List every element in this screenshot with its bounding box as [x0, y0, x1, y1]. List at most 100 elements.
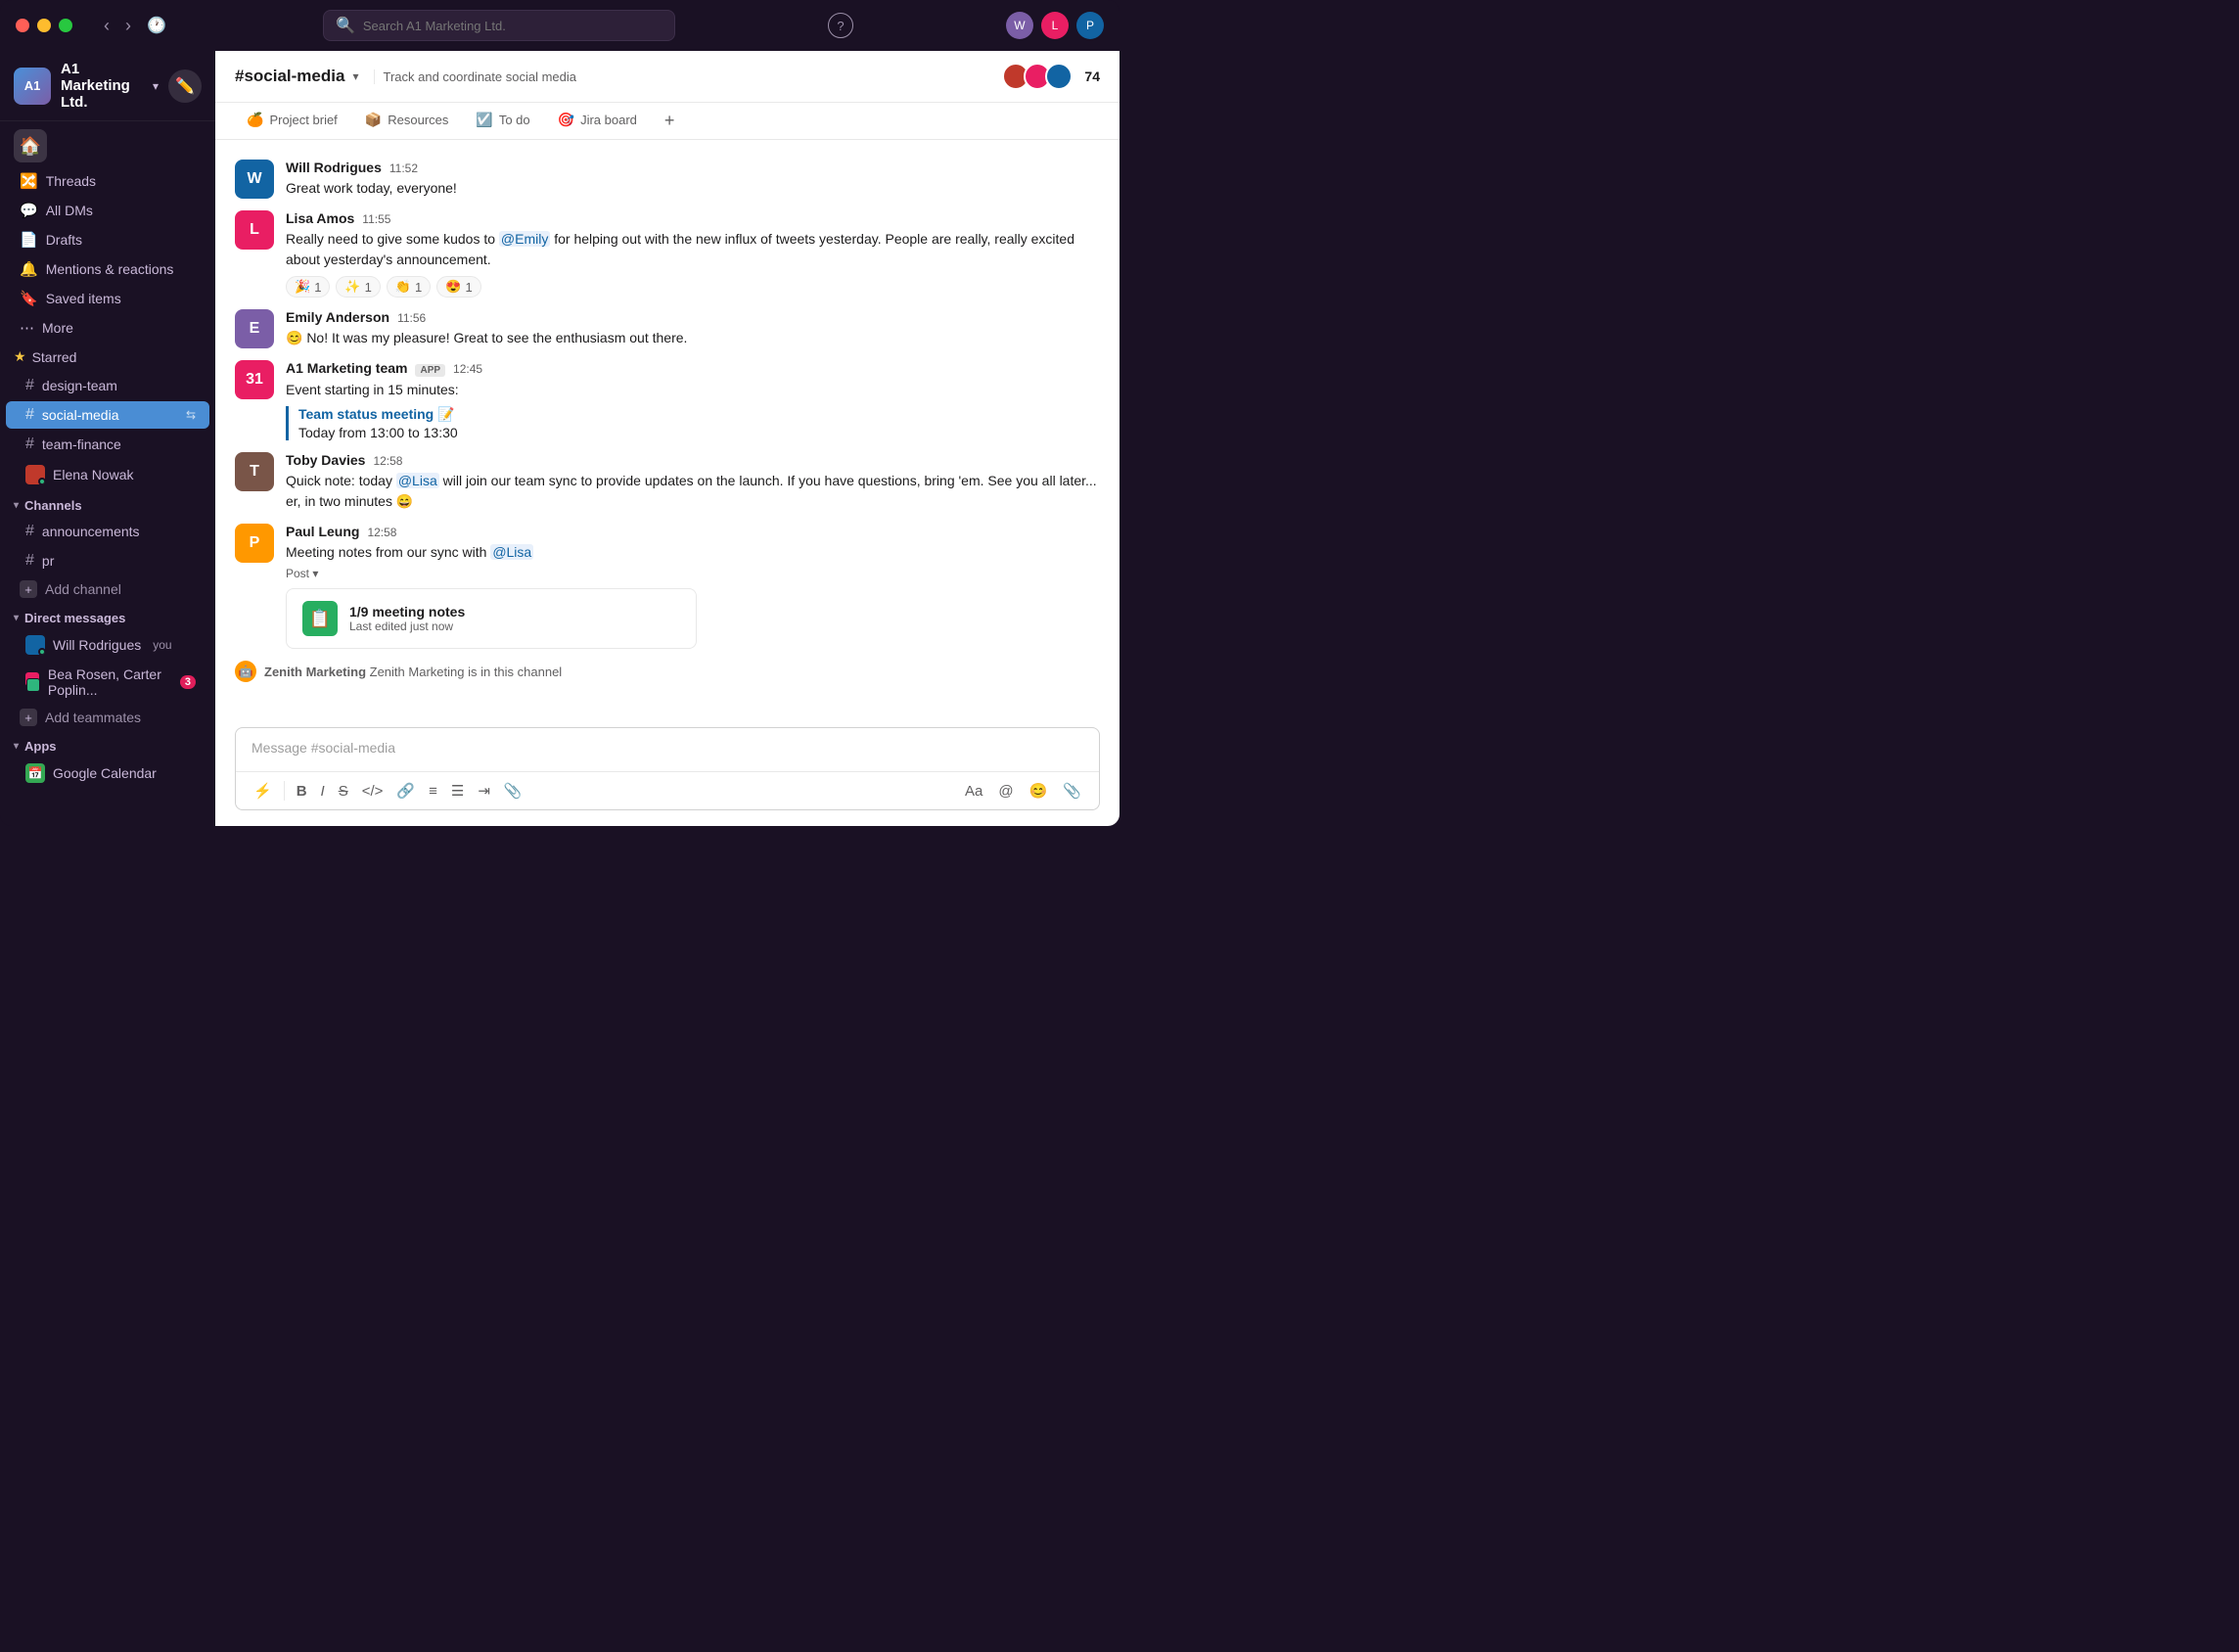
- emily-msg-avatar: E: [235, 309, 274, 348]
- toby-msg-text: Quick note: today @Lisa will join our te…: [286, 471, 1100, 512]
- toby-msg-content: Toby Davies 12:58 Quick note: today @Lis…: [286, 452, 1100, 512]
- channel-title-chevron[interactable]: ▾: [352, 69, 358, 83]
- channel-announcements[interactable]: # announcements: [6, 518, 209, 545]
- unordered-list-button[interactable]: ☰: [445, 778, 470, 803]
- dm-will[interactable]: Will Rodrigues you: [6, 630, 209, 660]
- minimize-button[interactable]: [37, 19, 51, 32]
- reactions-list: 🎉1 ✨1 👏1 😍1: [286, 276, 1100, 298]
- channels-section-header[interactable]: ▾ Channels: [0, 490, 215, 517]
- sidebar-item-mentions[interactable]: 🔔 Mentions & reactions: [6, 255, 209, 283]
- sidebar-item-saved[interactable]: 🔖 Saved items: [6, 285, 209, 312]
- channel-design-team[interactable]: # design-team: [6, 372, 209, 399]
- channel-team-finance[interactable]: # team-finance: [6, 431, 209, 458]
- lisa-mention[interactable]: @Lisa: [396, 473, 439, 488]
- sidebar-item-all-dms[interactable]: 💬 All DMs: [6, 197, 209, 224]
- will-msg-content: Will Rodrigues 11:52 Great work today, e…: [286, 160, 1100, 199]
- apps-section-header[interactable]: ▾ Apps: [0, 731, 215, 757]
- lisa-mention-2[interactable]: @Lisa: [490, 544, 533, 560]
- tab-resources[interactable]: 📦 Resources: [353, 104, 461, 138]
- lightning-button[interactable]: ⚡: [248, 778, 278, 803]
- code-button[interactable]: </>: [356, 779, 389, 803]
- add-teammates-icon: +: [20, 709, 37, 726]
- emily-mention[interactable]: @Emily: [499, 231, 550, 247]
- channel-ann-name: announcements: [42, 524, 140, 539]
- sidebar-item-more[interactable]: ⋯ More: [6, 314, 209, 342]
- search-bar[interactable]: 🔍: [323, 10, 675, 41]
- more-label: More: [42, 320, 73, 336]
- add-tab-button[interactable]: +: [657, 103, 683, 139]
- mentions-label: Mentions & reactions: [46, 261, 174, 277]
- app-window: ‹ › 🕐 🔍 ? W L P A1 A1 Marketing Ltd. ▾ ✏…: [0, 0, 1120, 826]
- reaction-sparkles[interactable]: ✨1: [336, 276, 380, 298]
- doc-card[interactable]: 📋 1/9 meeting notes Last edited just now: [286, 588, 697, 649]
- italic-button[interactable]: I: [315, 779, 331, 803]
- paul-msg-avatar: P: [235, 524, 274, 563]
- app-msg-avatar: 31: [235, 360, 274, 399]
- mention-button[interactable]: @: [992, 778, 1019, 803]
- tab-project-brief-label: Project brief: [269, 113, 337, 127]
- will-msg-avatar: W: [235, 160, 274, 199]
- dm-elena[interactable]: Elena Nowak: [6, 460, 209, 489]
- emoji-button[interactable]: 😊: [1024, 778, 1054, 803]
- attachment-btn[interactable]: 📎: [498, 778, 528, 803]
- post-label[interactable]: Post ▾: [286, 567, 1100, 580]
- add-channel-item[interactable]: + Add channel: [0, 575, 215, 603]
- indent-button[interactable]: ⇥: [472, 778, 496, 803]
- member-avatars[interactable]: [1002, 63, 1073, 90]
- user-avatar[interactable]: W: [1006, 12, 1033, 39]
- back-button[interactable]: ‹: [100, 12, 114, 40]
- paul-msg-content: Paul Leung 12:58 Meeting notes from our …: [286, 524, 1100, 649]
- maximize-button[interactable]: [59, 19, 72, 32]
- message-will: W Will Rodrigues 11:52 Great work today,…: [235, 156, 1100, 203]
- sidebar-item-threads[interactable]: 🔀 Threads: [6, 167, 209, 195]
- will-msg-text: Great work today, everyone!: [286, 178, 1100, 199]
- dm-bea-carter[interactable]: Bea Rosen, Carter Poplin... 3: [6, 662, 209, 703]
- attachment-button[interactable]: 📎: [1057, 778, 1087, 803]
- reaction-clap[interactable]: 👏1: [387, 276, 431, 298]
- sidebar-item-drafts[interactable]: 📄 Drafts: [6, 226, 209, 253]
- add-teammates-item[interactable]: + Add teammates: [0, 704, 215, 731]
- new-message-button[interactable]: ✏️: [168, 69, 202, 103]
- dms-section-header[interactable]: ▾ Direct messages: [0, 603, 215, 629]
- search-input[interactable]: [363, 19, 663, 33]
- lisa-msg-content: Lisa Amos 11:55 Really need to give some…: [286, 210, 1100, 298]
- message-emily: E Emily Anderson 11:56 😊 No! It was my p…: [235, 305, 1100, 352]
- text-format-button[interactable]: Aa: [959, 778, 988, 803]
- bold-button[interactable]: B: [291, 779, 313, 803]
- channel-social-media[interactable]: # social-media ⇆: [6, 401, 209, 429]
- home-icon[interactable]: 🏠: [14, 129, 47, 162]
- saved-icon: 🔖: [20, 290, 38, 307]
- toolbar-right: Aa @ 😊 📎: [959, 778, 1087, 803]
- history-button[interactable]: 🕐: [143, 12, 170, 40]
- message-toolbar: ⚡ B I S </> 🔗 ≡ ☰ ⇥ 📎 Aa @: [236, 771, 1099, 809]
- reaction-party[interactable]: 🎉1: [286, 276, 330, 298]
- bot-notice-row: 🤖 Zenith Marketing Zenith Marketing is i…: [235, 657, 1100, 686]
- lisa-msg-text: Really need to give some kudos to @Emily…: [286, 229, 1100, 270]
- app-google-calendar[interactable]: 📅 Google Calendar: [6, 758, 209, 788]
- starred-header[interactable]: ★ Starred: [0, 343, 215, 371]
- close-button[interactable]: [16, 19, 29, 32]
- link-button[interactable]: 🔗: [390, 778, 421, 803]
- ordered-list-button[interactable]: ≡: [423, 779, 443, 803]
- tab-jira[interactable]: 🎯 Jira board: [546, 104, 649, 138]
- will-msg-header: Will Rodrigues 11:52: [286, 160, 1100, 175]
- user-avatar-3[interactable]: P: [1076, 12, 1104, 39]
- event-title[interactable]: Team status meeting 📝: [298, 406, 1100, 423]
- strikethrough-button[interactable]: S: [333, 779, 354, 803]
- add-teammates-label: Add teammates: [45, 710, 141, 725]
- member-count[interactable]: 74: [1084, 69, 1100, 84]
- event-card: Team status meeting 📝 Today from 13:00 t…: [286, 406, 1100, 440]
- forward-button[interactable]: ›: [121, 12, 135, 40]
- toolbar-divider-1: [284, 781, 285, 801]
- channel-description: Track and coordinate social media: [374, 69, 576, 84]
- workspace-header[interactable]: A1 A1 Marketing Ltd. ▾ ✏️: [0, 51, 215, 121]
- tab-todo[interactable]: ☑️ To do: [464, 104, 541, 138]
- channel-pr[interactable]: # pr: [6, 547, 209, 574]
- reaction-heart-eyes[interactable]: 😍1: [436, 276, 480, 298]
- user-avatar-2[interactable]: L: [1041, 12, 1069, 39]
- help-button[interactable]: ?: [828, 13, 853, 38]
- will-msg-time: 11:52: [389, 161, 418, 175]
- message-input-placeholder[interactable]: Message #social-media: [236, 728, 1099, 771]
- tab-project-brief[interactable]: 🍊 Project brief: [235, 104, 349, 138]
- online-indicator-will: [38, 648, 45, 655]
